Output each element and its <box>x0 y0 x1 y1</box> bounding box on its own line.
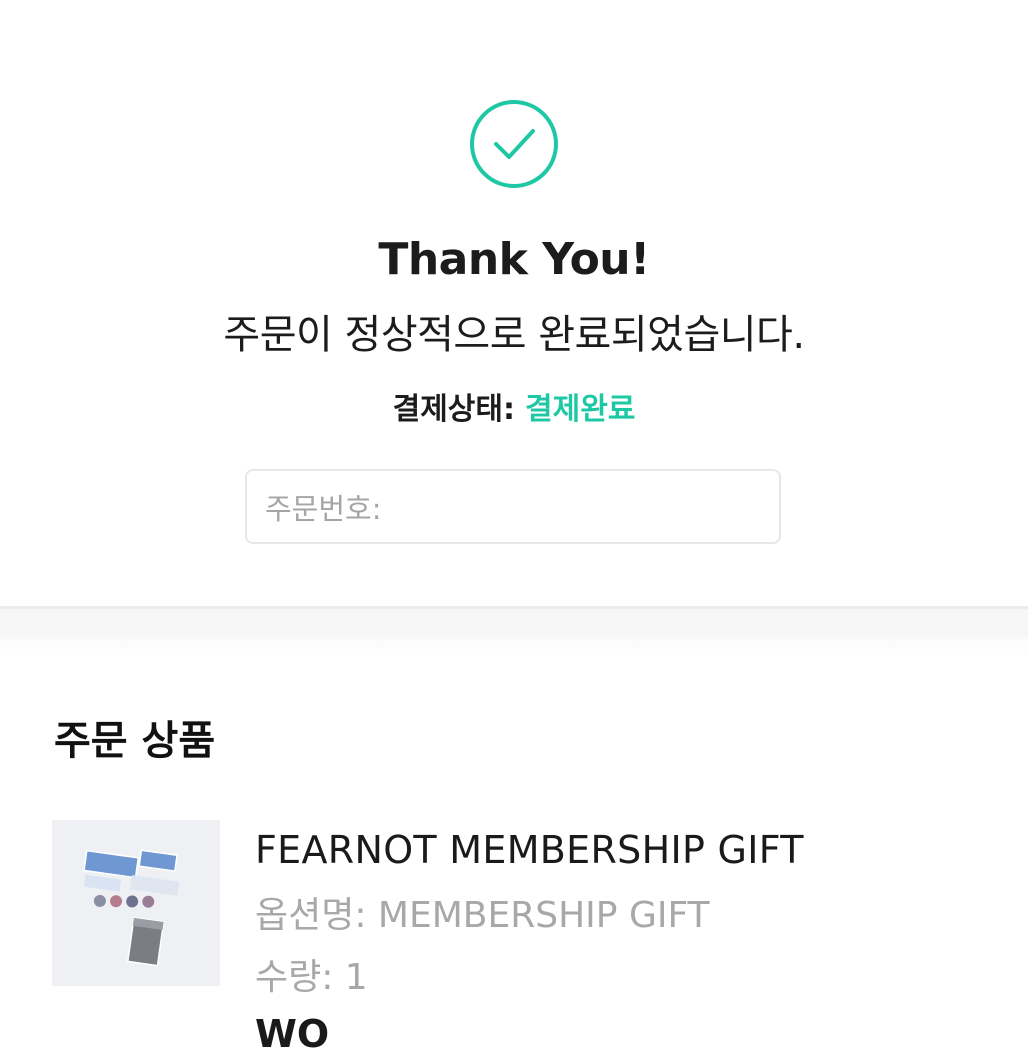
payment-status: 결제상태: 결제완료 <box>0 384 1028 428</box>
product-thumbnail[interactable] <box>52 820 220 986</box>
product-name[interactable]: FEARNOT MEMBERSHIP GIFT <box>255 828 804 872</box>
order-items-title: 주문 상품 <box>54 718 216 764</box>
check-circle-icon <box>468 98 560 190</box>
product-quantity: 수량: 1 <box>255 957 368 998</box>
payment-status-value: 결제완료 <box>525 392 636 427</box>
order-complete-message: 주문이 정상적으로 완료되었습니다. <box>223 312 805 358</box>
header-cut-off <box>0 0 1028 8</box>
product-option: 옵션명: MEMBERSHIP GIFT <box>255 895 710 936</box>
order-number-label: 주문번호: <box>265 491 382 526</box>
header-title-cut <box>444 0 560 4</box>
payment-status-label: 결제상태: <box>392 392 515 427</box>
section-divider-fade <box>0 636 1028 658</box>
order-number-box: 주문번호: <box>245 469 781 544</box>
product-next-line-cut: WO <box>255 1012 330 1056</box>
thank-you-heading: Thank You! <box>378 234 650 285</box>
section-divider <box>0 606 1028 636</box>
